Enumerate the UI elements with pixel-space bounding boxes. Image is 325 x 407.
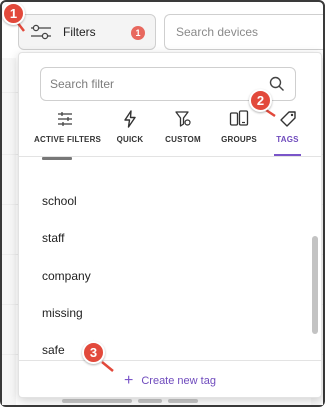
filters-button[interactable]: Filters 1 bbox=[18, 14, 156, 50]
tab-label: GROUPS bbox=[221, 135, 257, 144]
devices-group-icon bbox=[229, 110, 249, 126]
tag-item-company[interactable]: company bbox=[42, 269, 91, 283]
search-icon[interactable] bbox=[269, 76, 285, 92]
tab-tags[interactable]: TAGS bbox=[274, 109, 301, 153]
active-tab-indicator bbox=[274, 154, 301, 156]
filter-sliders-icon bbox=[31, 24, 51, 40]
footer-divider bbox=[19, 360, 321, 361]
create-new-tag-button[interactable]: + Create new tag bbox=[124, 371, 216, 391]
search-devices-placeholder: Search devices bbox=[176, 25, 259, 39]
callout-1: 1 bbox=[2, 2, 25, 25]
filters-label: Filters bbox=[63, 25, 96, 39]
tab-label: QUICK bbox=[116, 135, 144, 144]
plus-icon: + bbox=[124, 372, 134, 389]
tab-label: TAGS bbox=[276, 135, 299, 144]
custom-filter-icon bbox=[175, 111, 191, 127]
filter-popover: Search filter ACTIVE FILTERS QUICK CUSTO… bbox=[18, 52, 322, 398]
tag-item-safe[interactable]: safe bbox=[42, 343, 65, 357]
tag-icon bbox=[279, 111, 296, 127]
tab-label: CUSTOM bbox=[165, 135, 201, 144]
tag-list bbox=[19, 157, 321, 359]
filter-tabs: ACTIVE FILTERS QUICK CUSTOM GROUPS TAGS bbox=[19, 109, 321, 153]
search-devices-input[interactable]: Search devices bbox=[164, 14, 323, 50]
tag-item-staff[interactable]: staff bbox=[42, 231, 64, 245]
tab-label: ACTIVE FILTERS bbox=[34, 135, 102, 144]
tab-quick[interactable]: QUICK bbox=[112, 109, 148, 153]
tab-groups[interactable]: GROUPS bbox=[219, 109, 259, 153]
tag-item-missing[interactable]: missing bbox=[42, 306, 83, 320]
lightning-icon bbox=[124, 110, 136, 128]
tab-custom[interactable]: CUSTOM bbox=[163, 109, 203, 153]
list-scrollbar-thumb[interactable] bbox=[312, 236, 318, 334]
callout-2: 2 bbox=[249, 89, 272, 112]
tab-active-filters[interactable]: ACTIVE FILTERS bbox=[34, 109, 102, 153]
create-new-tag-label: Create new tag bbox=[141, 375, 216, 387]
search-filter-placeholder: Search filter bbox=[50, 77, 115, 91]
callout-3: 3 bbox=[82, 341, 105, 364]
list-item-partial[interactable] bbox=[42, 157, 72, 163]
background-row-text bbox=[62, 399, 262, 405]
tag-item-school[interactable]: school bbox=[42, 194, 77, 208]
sliders-icon bbox=[58, 112, 72, 126]
active-filter-count-badge: 1 bbox=[131, 26, 145, 40]
